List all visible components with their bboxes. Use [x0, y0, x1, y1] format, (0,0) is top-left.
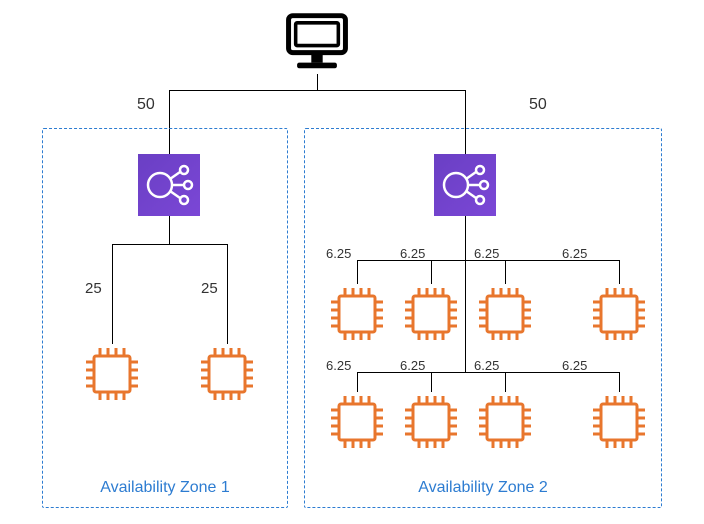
- zone1-weight-0: 25: [85, 280, 102, 297]
- zone1-weight-1: 25: [201, 280, 218, 297]
- client-icon: [280, 10, 354, 74]
- instance-icon: [475, 392, 535, 452]
- connector: [505, 372, 506, 392]
- zone2-weight-1: 6.25: [400, 246, 425, 261]
- right-split-label: 50: [529, 96, 547, 114]
- instance-icon: [589, 284, 649, 344]
- instance-icon: [401, 392, 461, 452]
- instance-icon: [327, 392, 387, 452]
- connector: [357, 372, 358, 392]
- connector: [317, 74, 318, 90]
- connector: [431, 372, 432, 392]
- zone2-weight-3: 6.25: [562, 246, 587, 261]
- load-balancer-icon: [434, 154, 496, 216]
- connector: [227, 244, 228, 344]
- connector: [112, 244, 227, 245]
- availability-zone-2-label: Availability Zone 2: [305, 479, 661, 497]
- instance-icon: [475, 284, 535, 344]
- left-split-label: 50: [137, 96, 155, 114]
- connector: [169, 90, 465, 91]
- connector: [357, 260, 358, 284]
- connector: [619, 372, 620, 392]
- zone2-weight-7: 6.25: [562, 358, 587, 373]
- zone2-weight-2: 6.25: [474, 246, 499, 261]
- connector: [431, 260, 432, 284]
- connector: [112, 244, 113, 344]
- instance-icon: [401, 284, 461, 344]
- connector: [619, 260, 620, 284]
- connector: [465, 216, 466, 236]
- connector: [465, 236, 466, 372]
- load-balancer-icon: [138, 154, 200, 216]
- instance-icon: [82, 344, 142, 404]
- zone2-weight-6: 6.25: [474, 358, 499, 373]
- connector: [505, 260, 506, 284]
- availability-zone-1-label: Availability Zone 1: [43, 479, 287, 497]
- zone2-weight-5: 6.25: [400, 358, 425, 373]
- instance-icon: [589, 392, 649, 452]
- instance-icon: [197, 344, 257, 404]
- zone2-weight-4: 6.25: [326, 358, 351, 373]
- connector: [169, 216, 170, 244]
- instance-icon: [327, 284, 387, 344]
- zone2-weight-0: 6.25: [326, 246, 351, 261]
